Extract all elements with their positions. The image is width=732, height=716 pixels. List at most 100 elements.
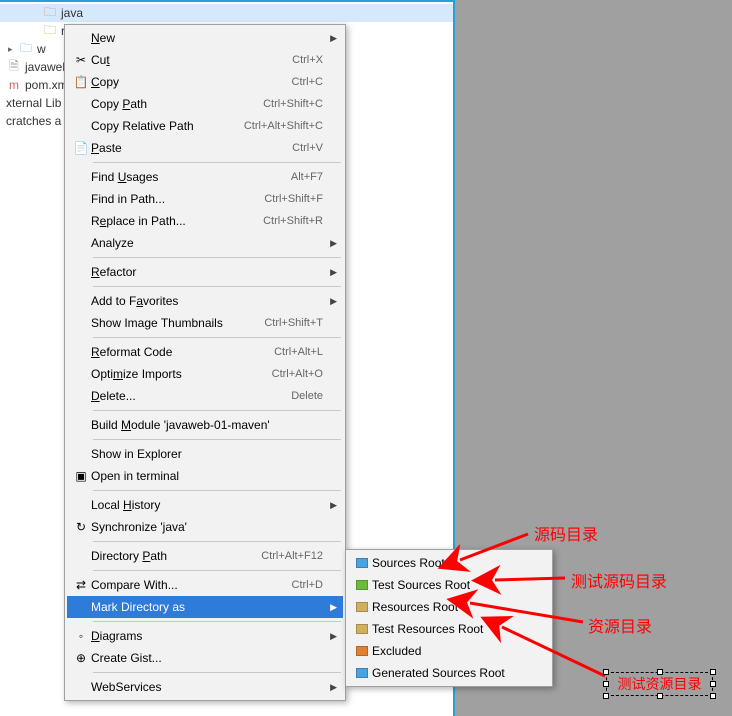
- blank-icon: [71, 315, 91, 331]
- mark-directory-submenu[interactable]: Sources Root Test Sources Root Resources R…: [345, 549, 553, 687]
- blank-icon: [71, 366, 91, 382]
- menu-item-open-in-terminal[interactable]: ▣Open in terminal: [67, 465, 343, 487]
- annotation-resources: 资源目录: [588, 613, 652, 637]
- menu-item-diagrams[interactable]: ◦Diagrams ▶: [67, 625, 343, 647]
- menu-item-reformat-code[interactable]: Reformat CodeCtrl+Alt+L: [67, 341, 343, 363]
- menu-item-replace-in-path[interactable]: Replace in Path...Ctrl+Shift+R: [67, 210, 343, 232]
- chevron-right-icon: ▶: [330, 631, 337, 642]
- chevron-right-icon: ▶: [330, 682, 337, 693]
- blank-icon: [71, 191, 91, 207]
- menu-separator: [93, 439, 341, 440]
- menu-separator: [93, 410, 341, 411]
- menu-separator: [93, 621, 341, 622]
- ✂-icon: ✂: [71, 52, 91, 68]
- chevron-right-icon[interactable]: ▸: [8, 44, 18, 55]
- blank-icon: [71, 446, 91, 462]
- menu-shortcut: Ctrl+Alt+L: [274, 346, 323, 358]
- menu-label: Create Gist...: [91, 651, 323, 665]
- file-icon: m: [6, 77, 22, 93]
- menu-separator: [93, 286, 341, 287]
- submenu-item-test-sources-root[interactable]: Test Sources Root: [348, 574, 550, 596]
- menu-label: Show in Explorer: [91, 447, 323, 461]
- submenu-item-resources-root[interactable]: Resources Root: [348, 596, 550, 618]
- menu-item-refactor[interactable]: Refactor▶: [67, 261, 343, 283]
- menu-shortcut: Ctrl+Shift+C: [263, 98, 323, 110]
- menu-label: Analyze: [91, 236, 323, 250]
- menu-label: Copy Relative Path: [91, 119, 244, 133]
- menu-label: Optimize Imports: [91, 367, 272, 381]
- submenu-item-sources-root[interactable]: Sources Root: [348, 552, 550, 574]
- submenu-label: Test Sources Root: [372, 578, 530, 592]
- menu-item-compare-with[interactable]: ⇄Compare With...Ctrl+D: [67, 574, 343, 596]
- tree-label: pom.xm: [25, 78, 68, 92]
- menu-label: WebServices: [91, 680, 323, 694]
- menu-shortcut: Alt+F7: [291, 171, 323, 183]
- chevron-right-icon: ▶: [330, 602, 337, 613]
- folder-icon: 🗀: [18, 41, 34, 57]
- menu-item-copy-path[interactable]: Copy PathCtrl+Shift+C: [67, 93, 343, 115]
- annotation-test-resources: 测试资源目录: [618, 674, 702, 694]
- menu-item-show-in-explorer[interactable]: Show in Explorer: [67, 443, 343, 465]
- menu-item-webservices[interactable]: WebServices ▶: [67, 676, 343, 698]
- menu-item-analyze[interactable]: Analyze▶: [67, 232, 343, 254]
- menu-item-create-gist[interactable]: ⊕Create Gist...: [67, 647, 343, 669]
- submenu-label: Generated Sources Root: [372, 666, 530, 680]
- menu-item-copy[interactable]: 📋CopyCtrl+C: [67, 71, 343, 93]
- folder-color-icon: [352, 555, 372, 571]
- tree-label: java: [61, 6, 83, 20]
- blank-icon: [71, 679, 91, 695]
- menu-item-local-history[interactable]: Local History▶: [67, 494, 343, 516]
- context-menu[interactable]: New▶✂CutCtrl+X📋CopyCtrl+CCopy PathCtrl+S…: [64, 24, 346, 701]
- submenu-item-test-resources-root[interactable]: Test Resources Root: [348, 618, 550, 640]
- menu-label: Delete...: [91, 389, 291, 403]
- menu-item-paste[interactable]: 📄PasteCtrl+V: [67, 137, 343, 159]
- folder-color-icon: [352, 643, 372, 659]
- menu-shortcut: Ctrl+Shift+F: [264, 193, 323, 205]
- menu-shortcut: Ctrl+V: [292, 142, 323, 154]
- menu-item-build-module-javaweb-01-maven[interactable]: Build Module 'javaweb-01-maven': [67, 414, 343, 436]
- menu-label: Synchronize 'java': [91, 520, 323, 534]
- blank-icon: [71, 169, 91, 185]
- folder-color-icon: [352, 577, 372, 593]
- blank-icon: [71, 96, 91, 112]
- menu-item-new[interactable]: New▶: [67, 27, 343, 49]
- ▣-icon: ▣: [71, 468, 91, 484]
- menu-item-mark-directory-as[interactable]: Mark Directory as▶: [67, 596, 343, 618]
- blank-icon: [71, 417, 91, 433]
- tree-label: xternal Lib: [6, 96, 61, 110]
- submenu-item-generated-sources-root[interactable]: Generated Sources Root: [348, 662, 550, 684]
- folder-color-icon: [352, 621, 372, 637]
- menu-separator: [93, 570, 341, 571]
- menu-label: Copy Path: [91, 97, 263, 111]
- menu-shortcut: Ctrl+C: [292, 76, 323, 88]
- blank-icon: [71, 30, 91, 46]
- submenu-item-excluded[interactable]: Excluded: [348, 640, 550, 662]
- menu-item-find-in-path[interactable]: Find in Path...Ctrl+Shift+F: [67, 188, 343, 210]
- menu-item-delete[interactable]: Delete...Delete: [67, 385, 343, 407]
- menu-item-synchronize-java[interactable]: ↻Synchronize 'java': [67, 516, 343, 538]
- menu-shortcut: Ctrl+D: [292, 579, 323, 591]
- tree-row[interactable]: 🗀 java: [0, 4, 453, 22]
- menu-label: Refactor: [91, 265, 323, 279]
- menu-item-copy-relative-path[interactable]: Copy Relative PathCtrl+Alt+Shift+C: [67, 115, 343, 137]
- menu-label: Show Image Thumbnails: [91, 316, 264, 330]
- menu-item-find-usages[interactable]: Find UsagesAlt+F7: [67, 166, 343, 188]
- submenu-label: Test Resources Root: [372, 622, 530, 636]
- menu-label: Diagrams: [91, 629, 323, 643]
- menu-item-show-image-thumbnails[interactable]: Show Image ThumbnailsCtrl+Shift+T: [67, 312, 343, 334]
- blank-icon: [71, 497, 91, 513]
- menu-separator: [93, 490, 341, 491]
- menu-shortcut: Ctrl+X: [292, 54, 323, 66]
- folder-icon: 🗀: [42, 23, 58, 39]
- menu-shortcut: Ctrl+Alt+Shift+C: [244, 120, 323, 132]
- menu-separator: [93, 672, 341, 673]
- menu-item-directory-path[interactable]: Directory PathCtrl+Alt+F12: [67, 545, 343, 567]
- menu-item-cut[interactable]: ✂CutCtrl+X: [67, 49, 343, 71]
- menu-item-optimize-imports[interactable]: Optimize ImportsCtrl+Alt+O: [67, 363, 343, 385]
- ◦-icon: ◦: [71, 628, 91, 644]
- 📋-icon: 📋: [71, 74, 91, 90]
- blank-icon: [71, 344, 91, 360]
- menu-item-add-to-favorites[interactable]: Add to Favorites▶: [67, 290, 343, 312]
- annotation-test-resources-box: 测试资源目录: [606, 672, 713, 696]
- menu-separator: [93, 257, 341, 258]
